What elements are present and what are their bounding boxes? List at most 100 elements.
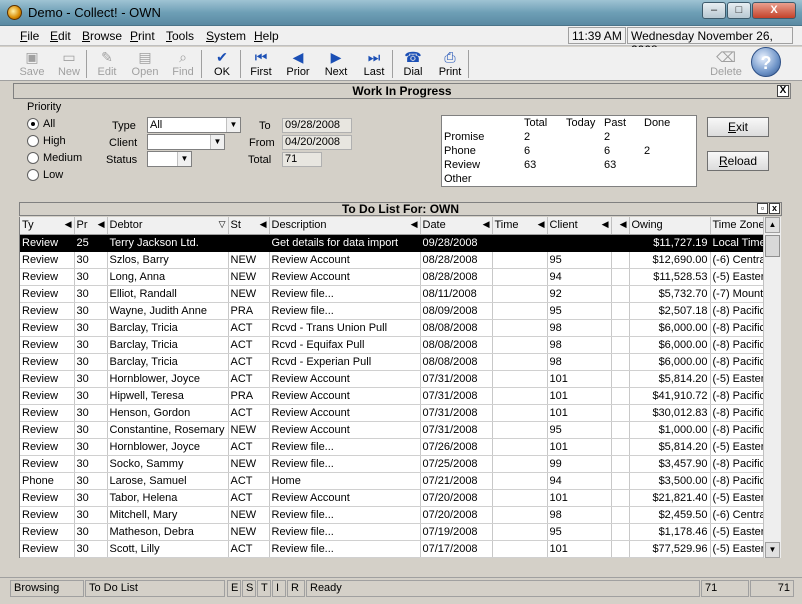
menu-edit[interactable]: Edit — [50, 29, 71, 43]
sort-desc-icon[interactable]: ▽ — [219, 219, 226, 230]
table-row[interactable]: Review 30 Long, Anna NEW Review Account 08/28… — [20, 268, 763, 286]
save-label: Save — [19, 66, 45, 78]
close-button[interactable]: X — [752, 2, 796, 19]
table-row[interactable]: Review 25 Terry Jackson Ltd. Get details fo… — [20, 234, 763, 252]
scroll-down-icon[interactable]: ▼ — [765, 542, 780, 558]
priority-high-radio[interactable] — [27, 135, 39, 147]
scroll-thumb[interactable] — [765, 235, 780, 257]
sort-arrow-icon[interactable]: ◀ — [65, 219, 72, 230]
menu-print[interactable]: Print — [130, 29, 155, 43]
column-header-label: Time Zone — [712, 219, 764, 232]
column-header-sort[interactable]: ◀ — [611, 217, 630, 235]
menu-browse[interactable]: Browse — [82, 29, 122, 43]
column-header-time-zone[interactable]: Time Zone — [710, 217, 764, 235]
table-row[interactable]: Review 30 Barclay, Tricia ACT Rcvd - Trans U… — [20, 319, 763, 337]
summary-cell: 2 — [644, 145, 651, 157]
todo-close-icon[interactable]: x — [769, 203, 780, 214]
sort-arrow-icon[interactable]: ◀ — [411, 219, 418, 230]
print-label: Print — [438, 66, 462, 78]
table-row[interactable]: Review 30 Hornblower, Joyce ACT Review Accou… — [20, 370, 763, 388]
column-header-client[interactable]: Client ◀ — [547, 217, 612, 235]
scroll-up-icon[interactable]: ▲ — [765, 217, 780, 233]
next-button[interactable]: ▶ Next — [318, 48, 354, 80]
menu-help[interactable]: Help — [254, 29, 279, 43]
vertical-scrollbar[interactable]: ▲ ▼ — [763, 217, 781, 558]
table-row[interactable]: Review 30 Wayne, Judith Anne PRA Review file… — [20, 302, 763, 320]
find-button[interactable]: ⌕ Find — [165, 48, 201, 80]
summary-cell: Other — [444, 173, 472, 185]
first-button[interactable]: ⏮ First — [243, 48, 279, 80]
exit-button[interactable]: Exit — [707, 117, 769, 137]
priority-low-radio[interactable] — [27, 169, 39, 181]
cell-type: Review — [20, 251, 75, 269]
table-row[interactable]: Review 30 Szlos, Barry NEW Review Account 08/… — [20, 251, 763, 269]
table-row[interactable]: Review 30 Barclay, Tricia ACT Rcvd - Experia… — [20, 353, 763, 371]
to-date-field[interactable]: 09/28/2008 — [282, 118, 352, 133]
client-select[interactable]: ▼ — [147, 134, 225, 150]
ok-button[interactable]: ✔ OK — [204, 48, 240, 80]
minimize-button[interactable]: – — [702, 2, 726, 19]
column-header-date[interactable]: Date ◀ — [420, 217, 493, 235]
cell-owing: $3,457.90 — [629, 455, 711, 473]
from-date-field[interactable]: 04/20/2008 — [282, 135, 352, 150]
cell-debtor: Matheson, Debra — [107, 523, 229, 541]
status-select[interactable]: ▼ — [147, 151, 192, 167]
table-row[interactable]: Review 30 Constantine, Rosemary NEW Review A… — [20, 421, 763, 439]
menu-tools[interactable]: Tools — [166, 29, 194, 43]
column-header-status[interactable]: St ◀ — [228, 217, 270, 235]
cell-status: ACT — [228, 472, 270, 490]
sort-arrow-icon[interactable]: ◀ — [483, 219, 490, 230]
toolbar-separator — [240, 50, 241, 78]
new-button[interactable]: ▭ New — [51, 48, 87, 80]
table-row[interactable]: Review 30 Mitchell, Mary NEW Review file... 0… — [20, 506, 763, 524]
table-row[interactable]: Review 30 Matheson, Debra NEW Review file...… — [20, 523, 763, 541]
next-label: Next — [324, 66, 348, 78]
column-header-priority[interactable]: Pr ◀ — [74, 217, 108, 235]
cell-time-zone: (-5) Eastern S — [710, 370, 763, 388]
prior-button[interactable]: ◀ Prior — [280, 48, 316, 80]
menu-file[interactable]: File — [20, 29, 39, 43]
maximize-button[interactable]: □ — [727, 2, 751, 19]
reload-button[interactable]: Reload — [707, 151, 769, 171]
table-row[interactable]: Review 30 Barclay, Tricia ACT Rcvd - Equifax… — [20, 336, 763, 354]
cell-description: Review Account — [269, 489, 421, 507]
sort-arrow-icon[interactable]: ◀ — [602, 219, 609, 230]
table-row[interactable]: Review 30 Scott, Lilly ACT Review file... 07/… — [20, 540, 763, 558]
column-header-description[interactable]: Description ◀ — [269, 217, 421, 235]
last-label: Last — [363, 66, 385, 78]
table-row[interactable]: Review 30 Tabor, Helena ACT Review Account 07… — [20, 489, 763, 507]
edit-button[interactable]: ✎ Edit — [89, 48, 125, 80]
print-button[interactable]: ⎙ Print — [432, 48, 468, 80]
table-row[interactable]: Review 30 Henson, Gordon ACT Review Account 0… — [20, 404, 763, 422]
sort-arrow-icon[interactable]: ◀ — [98, 219, 105, 230]
save-button[interactable]: ▣ Save — [14, 48, 50, 80]
dial-button[interactable]: ☎ Dial — [395, 48, 431, 80]
last-button[interactable]: ⏭ Last — [356, 48, 392, 80]
column-header-debtor[interactable]: Debtor ▽ — [107, 217, 229, 235]
priority-medium-radio[interactable] — [27, 152, 39, 164]
table-row[interactable]: Review 30 Hornblower, Joyce ACT Review file.… — [20, 438, 763, 456]
cell-date: 09/28/2008 — [420, 234, 493, 252]
sort-arrow-icon[interactable]: ◀ — [260, 219, 267, 230]
open-button[interactable]: ▤ Open — [127, 48, 163, 80]
priority-all-radio[interactable] — [27, 118, 39, 130]
restore-icon[interactable]: ▫ — [757, 203, 768, 214]
sort-arrow-icon[interactable]: ◀ — [538, 219, 545, 230]
app-icon[interactable] — [7, 5, 22, 20]
menu-system[interactable]: System — [206, 29, 246, 43]
sort-arrow-icon[interactable]: ◀ — [620, 219, 627, 230]
column-header-owing[interactable]: Owing — [629, 217, 711, 235]
ok-icon: ✔ — [216, 49, 228, 65]
cell-owing: $41,910.72 — [629, 387, 711, 405]
table-row[interactable]: Review 30 Hipwell, Teresa PRA Review Account… — [20, 387, 763, 405]
delete-button[interactable]: ⌫ Delete — [708, 48, 744, 80]
column-header-time[interactable]: Time ◀ — [492, 217, 548, 235]
table-row[interactable]: Phone 30 Larose, Samuel ACT Home 07/21/2008 94… — [20, 472, 763, 490]
cell-sort — [611, 421, 630, 439]
column-header-type[interactable]: Ty ◀ — [20, 217, 75, 235]
table-row[interactable]: Review 30 Socko, Sammy NEW Review file... 07/… — [20, 455, 763, 473]
help-icon[interactable]: ? — [751, 47, 781, 77]
wip-close-icon[interactable]: X — [777, 85, 789, 97]
type-select[interactable]: All ▼ — [147, 117, 241, 133]
table-row[interactable]: Review 30 Elliot, Randall NEW Review file...… — [20, 285, 763, 303]
